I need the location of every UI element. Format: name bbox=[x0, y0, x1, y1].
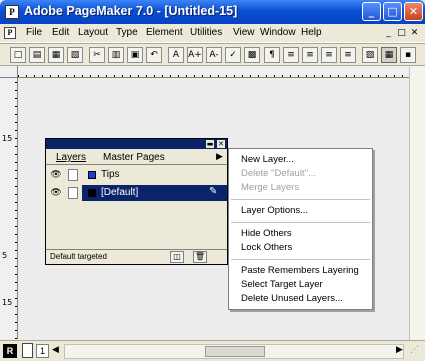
page-icon[interactable] bbox=[22, 343, 33, 358]
trash-icon[interactable]: 🗑 bbox=[193, 251, 207, 263]
undo-icon[interactable]: ↶ bbox=[146, 47, 162, 63]
ruler-label: 5 bbox=[2, 251, 8, 260]
palette-menu-arrow-icon[interactable]: ▶ bbox=[216, 152, 223, 162]
menu-element[interactable]: Element bbox=[146, 27, 183, 38]
font-larger-icon[interactable]: A+ bbox=[187, 47, 203, 63]
maximize-button[interactable]: □ bbox=[383, 2, 402, 21]
minimize-button[interactable]: _ bbox=[362, 2, 381, 21]
page-bar: R 1 ◀ ▶ ⋰ bbox=[0, 340, 425, 361]
layer-color-swatch bbox=[88, 189, 96, 197]
menu-item-merge-layers: Merge Layers bbox=[241, 182, 300, 193]
layers-palette: ▬ ✕ Layers Master Pages ▶ 👁 Tips 👁 [Defa… bbox=[45, 138, 228, 265]
tab-master-pages[interactable]: Master Pages bbox=[103, 152, 165, 163]
close-button[interactable]: ✕ bbox=[404, 2, 423, 21]
title-bar: P Adobe PageMaker 7.0 - [Untitled-15] _ … bbox=[0, 0, 425, 24]
menu-bar: P File Edit Layout Type Element Utilitie… bbox=[0, 24, 425, 43]
layer-name: [Default] bbox=[101, 187, 139, 198]
doc-close-button[interactable]: ✕ bbox=[409, 28, 420, 39]
lock-toggle[interactable] bbox=[68, 169, 78, 181]
toolbar: □ ▤ ▦ ▧ ✂ ▥ ▣ ↶ A A+ A- ✓ ▩ ¶ ≡ ≡ ≡ ≡ ▭ … bbox=[0, 43, 425, 66]
color-icon[interactable]: ▪ bbox=[400, 47, 416, 63]
save-icon[interactable]: ▦ bbox=[48, 47, 64, 63]
align-left-icon[interactable]: ≡ bbox=[283, 47, 299, 63]
open-icon[interactable]: ▤ bbox=[29, 47, 45, 63]
layer-name-cell[interactable]: [Default] ✎ bbox=[82, 185, 227, 201]
menu-layout[interactable]: Layout bbox=[78, 27, 108, 38]
copy-icon[interactable]: ▥ bbox=[108, 47, 124, 63]
palette-close-button[interactable]: ✕ bbox=[217, 140, 225, 148]
layer-color-swatch bbox=[88, 171, 96, 179]
scroll-left-icon[interactable]: ◀ bbox=[52, 345, 59, 355]
print-icon[interactable]: ▧ bbox=[67, 47, 83, 63]
font-smaller-icon[interactable]: A- bbox=[206, 47, 222, 63]
new-icon[interactable]: □ bbox=[10, 47, 26, 63]
menu-help[interactable]: Help bbox=[301, 27, 322, 38]
tab-layers[interactable]: Layers bbox=[56, 152, 86, 163]
doc-restore-button[interactable]: □ bbox=[396, 28, 407, 39]
palette-tabs: Layers Master Pages ▶ bbox=[46, 150, 227, 165]
page-number-button[interactable]: 1 bbox=[36, 344, 49, 358]
horizontal-ruler[interactable] bbox=[18, 66, 425, 78]
cut-icon[interactable]: ✂ bbox=[89, 47, 105, 63]
menu-item-delete-unused-layers[interactable]: Delete Unused Layers... bbox=[241, 293, 343, 304]
menu-item-hide-others[interactable]: Hide Others bbox=[241, 228, 292, 239]
new-layer-icon[interactable]: ◫ bbox=[170, 251, 184, 263]
pilcrow-icon[interactable]: ¶ bbox=[264, 47, 280, 63]
target-status: Default targeted bbox=[50, 252, 107, 261]
layer-row[interactable]: 👁 Tips bbox=[46, 166, 227, 184]
menu-item-new-layer[interactable]: New Layer... bbox=[241, 154, 294, 165]
palette-minimize-button[interactable]: ▬ bbox=[206, 140, 214, 148]
app-icon[interactable]: P bbox=[5, 5, 19, 19]
paste-icon[interactable]: ▣ bbox=[127, 47, 143, 63]
eye-icon[interactable]: 👁 bbox=[50, 187, 62, 199]
text-tool-icon[interactable]: A bbox=[168, 47, 184, 63]
menu-item-layer-options[interactable]: Layer Options... bbox=[241, 205, 308, 216]
layer-name: Tips bbox=[101, 169, 120, 180]
menu-separator bbox=[231, 199, 370, 200]
menu-window[interactable]: Window bbox=[260, 27, 296, 38]
image-icon[interactable]: ▨ bbox=[362, 47, 378, 63]
document-icon[interactable]: P bbox=[4, 27, 16, 39]
align-right-icon[interactable]: ≡ bbox=[321, 47, 337, 63]
ruler-label: 15 bbox=[2, 298, 13, 307]
edit-story-icon[interactable]: ▩ bbox=[244, 47, 260, 63]
lock-toggle[interactable] bbox=[68, 187, 78, 199]
resize-grip-icon[interactable]: ⋰ bbox=[410, 345, 419, 355]
menu-item-select-target-layer[interactable]: Select Target Layer bbox=[241, 279, 323, 290]
eye-icon[interactable]: 👁 bbox=[50, 169, 62, 181]
doc-minimize-button[interactable]: _ bbox=[383, 28, 394, 39]
menu-view[interactable]: View bbox=[233, 27, 255, 38]
vertical-scrollbar[interactable] bbox=[409, 66, 425, 340]
menu-separator bbox=[231, 259, 370, 260]
menu-edit[interactable]: Edit bbox=[52, 27, 69, 38]
pencil-icon: ✎ bbox=[209, 186, 218, 197]
align-center-icon[interactable]: ≡ bbox=[302, 47, 318, 63]
scroll-right-icon[interactable]: ▶ bbox=[396, 345, 403, 355]
menu-file[interactable]: File bbox=[26, 27, 42, 38]
master-page-r-button[interactable]: R bbox=[3, 344, 17, 358]
menu-utilities[interactable]: Utilities bbox=[190, 27, 222, 38]
menu-item-paste-remembers-layering[interactable]: Paste Remembers Layering bbox=[241, 265, 359, 276]
menu-item-lock-others[interactable]: Lock Others bbox=[241, 242, 292, 253]
spellcheck-icon[interactable]: ✓ bbox=[225, 47, 241, 63]
scrollbar-thumb[interactable] bbox=[205, 346, 265, 357]
vertical-ruler[interactable]: 15 5 15 bbox=[0, 78, 18, 339]
menu-type[interactable]: Type bbox=[116, 27, 138, 38]
grid-icon[interactable]: ▦ bbox=[381, 47, 397, 63]
menu-separator bbox=[231, 222, 370, 223]
menu-item-delete-layer: Delete "Default"... bbox=[241, 168, 316, 179]
layer-row[interactable]: 👁 [Default] ✎ bbox=[46, 184, 227, 202]
layer-name-cell[interactable]: Tips bbox=[82, 167, 227, 183]
justify-icon[interactable]: ≡ bbox=[340, 47, 356, 63]
palette-footer: Default targeted ◫ 🗑 bbox=[46, 249, 227, 264]
window-title: Adobe PageMaker 7.0 - [Untitled-15] bbox=[24, 4, 238, 18]
ruler-label: 15 bbox=[2, 134, 13, 143]
layers-palette-menu: New Layer... Delete "Default"... Merge L… bbox=[228, 148, 373, 310]
ruler-origin[interactable] bbox=[0, 66, 18, 78]
palette-title-bar[interactable]: ▬ ✕ bbox=[46, 139, 227, 149]
horizontal-scrollbar[interactable] bbox=[64, 344, 404, 359]
